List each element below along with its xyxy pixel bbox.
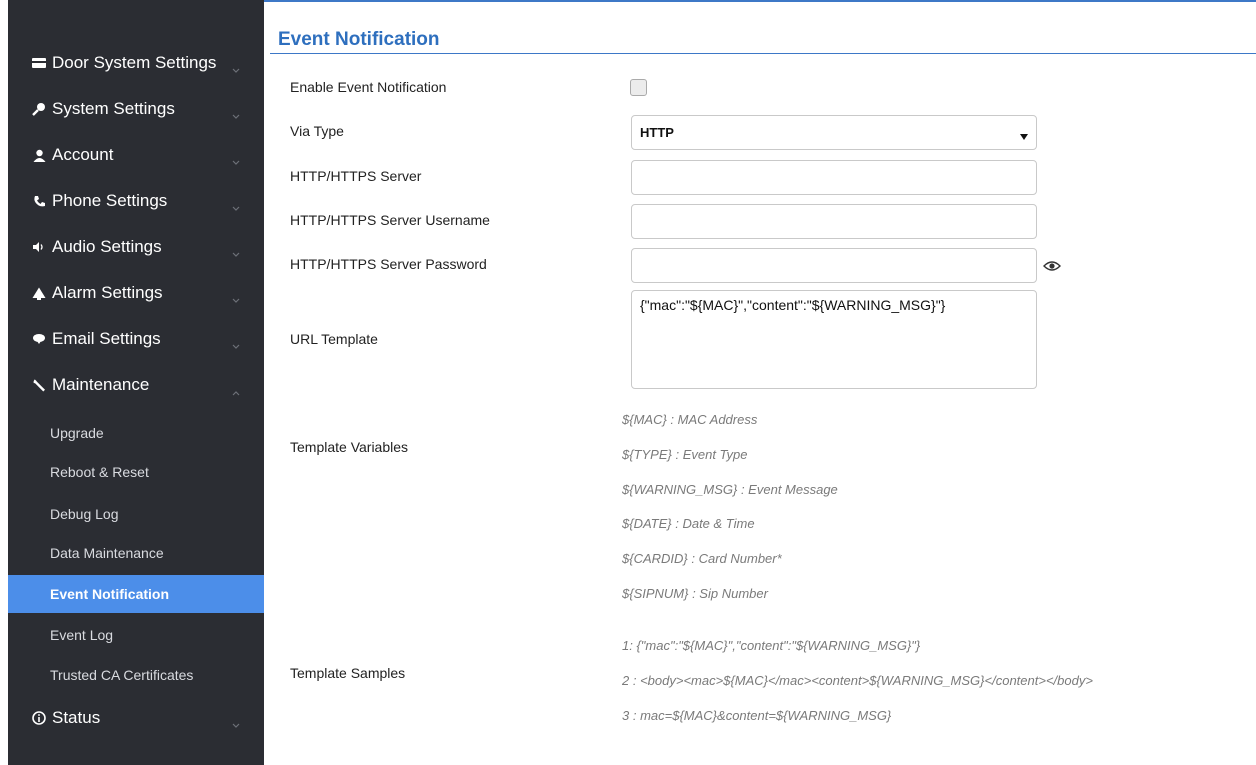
http-server-password-input[interactable] — [631, 248, 1037, 283]
menu-label: Account — [52, 145, 114, 164]
menu-label: Door System Settings — [52, 53, 217, 72]
template-variable: ${MAC} : MAC Address — [622, 412, 758, 427]
user-icon — [32, 148, 46, 162]
speaker-icon — [32, 240, 46, 254]
template-sample: 2 : <body><mac>${MAC}</mac><content>${WA… — [622, 673, 1093, 688]
chevron-down-icon — [232, 151, 240, 171]
menu-audio-settings[interactable]: Audio Settings — [8, 224, 264, 270]
sub-item-label: Reboot & Reset — [50, 464, 149, 480]
key-icon — [32, 102, 46, 116]
menu-label: Email Settings — [52, 329, 161, 348]
via-type-value: HTTP — [640, 125, 674, 140]
sub-item-label: Event Notification — [50, 586, 170, 602]
alarm-icon — [32, 286, 46, 300]
chevron-down-icon — [232, 243, 240, 263]
template-variable: ${CARDID} : Card Number* — [622, 551, 782, 566]
template-variable: ${WARNING_MSG} : Event Message — [622, 482, 838, 497]
sidebar-item-upgrade[interactable]: Upgrade — [8, 414, 264, 452]
sidebar-item-reboot-reset[interactable]: Reboot & Reset — [8, 453, 264, 491]
page-title: Event Notification — [278, 29, 440, 50]
chevron-down-icon — [232, 335, 240, 355]
sidebar-item-debug-log[interactable]: Debug Log — [8, 495, 264, 533]
sidebar-item-event-log[interactable]: Event Log — [8, 616, 264, 654]
menu-label: Audio Settings — [52, 237, 162, 256]
menu-status[interactable]: Status — [8, 695, 264, 741]
card-icon — [32, 56, 46, 70]
menu-label: Maintenance — [52, 375, 150, 394]
menu-system-settings[interactable]: System Settings — [8, 86, 264, 132]
eye-icon[interactable] — [1043, 259, 1061, 277]
menu-alarm-settings[interactable]: Alarm Settings — [8, 270, 264, 316]
top-border — [264, 0, 1256, 2]
menu-label: Status — [52, 708, 101, 727]
sub-item-label: Debug Log — [50, 506, 119, 522]
chevron-down-icon — [232, 197, 240, 217]
menu-maintenance[interactable]: Maintenance — [8, 362, 264, 408]
template-variable: ${DATE} : Date & Time — [622, 516, 755, 531]
sidebar-item-trusted-ca-certificates[interactable]: Trusted CA Certificates — [8, 656, 264, 694]
http-server-label: HTTP/HTTPS Server — [290, 168, 422, 184]
menu-email-settings[interactable]: Email Settings — [8, 316, 264, 362]
via-type-label: Via Type — [290, 123, 344, 139]
info-icon — [32, 711, 46, 725]
via-type-select[interactable]: HTTP — [631, 115, 1037, 150]
template-samples-label: Template Samples — [290, 665, 406, 681]
chevron-down-icon — [232, 714, 240, 734]
sub-item-label: Event Log — [50, 627, 114, 643]
menu-label: System Settings — [52, 99, 175, 118]
http-server-input[interactable] — [631, 160, 1037, 195]
sub-item-label: Upgrade — [50, 425, 104, 441]
template-sample: 1: {"mac":"${MAC}","content":"${WARNING_… — [622, 638, 921, 653]
sub-item-label: Trusted CA Certificates — [50, 667, 194, 683]
phone-icon — [32, 194, 46, 208]
enable-event-notification-label: Enable Event Notification — [290, 79, 447, 95]
enable-event-notification-checkbox[interactable] — [630, 79, 647, 96]
wrench-icon — [32, 378, 46, 392]
chevron-down-icon — [232, 59, 240, 79]
chevron-up-icon — [232, 381, 240, 401]
menu-label: Phone Settings — [52, 191, 168, 210]
menu-account[interactable]: Account — [8, 132, 264, 178]
http-server-username-label: HTTP/HTTPS Server Username — [290, 212, 490, 228]
sidebar: Door System Settings System Settings Acc… — [8, 0, 264, 765]
menu-label: Alarm Settings — [52, 283, 163, 302]
template-sample: 3 : mac=${MAC}&content=${WARNING_MSG} — [622, 708, 892, 723]
menu-door-system-settings[interactable]: Door System Settings — [8, 40, 264, 86]
sidebar-item-event-notification[interactable]: Event Notification — [8, 575, 264, 613]
cloud-icon — [32, 332, 46, 346]
sidebar-item-data-maintenance[interactable]: Data Maintenance — [8, 534, 264, 572]
template-variable: ${TYPE} : Event Type — [622, 447, 748, 462]
template-variable: ${SIPNUM} : Sip Number — [622, 586, 768, 601]
caret-down-icon — [1020, 128, 1028, 143]
template-variables-label: Template Variables — [290, 439, 409, 455]
chevron-down-icon — [232, 289, 240, 309]
sub-item-label: Data Maintenance — [50, 545, 164, 561]
url-template-textarea[interactable]: {"mac":"${MAC}","content":"${WARNING_MSG… — [631, 290, 1037, 389]
chevron-down-icon — [232, 105, 240, 125]
http-server-username-input[interactable] — [631, 204, 1037, 239]
url-template-label: URL Template — [290, 331, 378, 347]
menu-phone-settings[interactable]: Phone Settings — [8, 178, 264, 224]
http-server-password-label: HTTP/HTTPS Server Password — [290, 256, 487, 272]
title-divider — [270, 53, 1256, 54]
